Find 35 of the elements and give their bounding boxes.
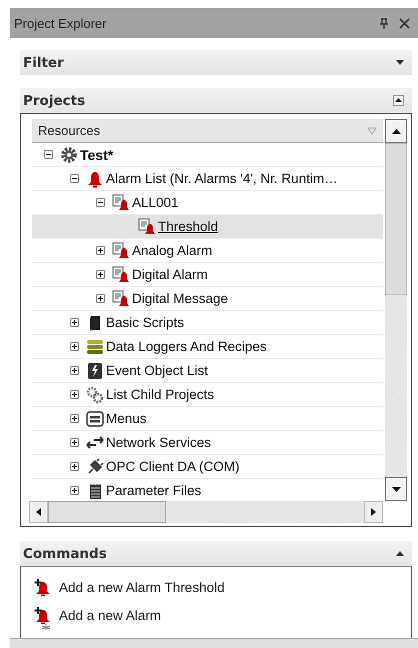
tree-item-label: List Child Projects — [106, 387, 214, 402]
tree-item-label: ALL001 — [132, 195, 179, 210]
tree-item[interactable]: OPC Client DA (COM) — [32, 455, 383, 479]
tree-item-label: Parameter Files — [106, 483, 202, 498]
section-header[interactable]: Commands — [20, 541, 412, 567]
tree-item[interactable]: Test* — [32, 143, 383, 167]
tree-item-label: Alarm List (Nr. Alarms '4', Nr. Runtim… — [106, 171, 338, 186]
tree-item[interactable]: Digital Message — [32, 287, 383, 311]
tree-item[interactable]: Menus — [32, 407, 383, 431]
tree-item-label: Basic Scripts — [106, 315, 184, 330]
tree-item[interactable]: Network Services — [32, 431, 383, 455]
tree-item-label: Threshold — [158, 219, 218, 234]
tree-item[interactable]: Threshold — [32, 215, 383, 239]
tree-item[interactable]: Alarm List (Nr. Alarms '4', Nr. Runtim… — [32, 167, 383, 191]
window-title: Project Explorer — [14, 16, 108, 30]
tree-item-label: Analog Alarm — [132, 243, 212, 258]
tree-item[interactable]: Analog Alarm — [32, 239, 383, 263]
tree-item-label: OPC Client DA (COM) — [106, 459, 240, 474]
command-link[interactable]: Add a new Alarm — [33, 601, 411, 629]
tree-item-label: Test* — [80, 146, 114, 162]
tree-item-label: Network Services — [106, 435, 212, 450]
tree-item[interactable]: List Child Projects — [32, 383, 383, 407]
column-header[interactable]: Resources — [32, 119, 383, 143]
tree-item[interactable]: Event Object List — [32, 359, 383, 383]
section-header[interactable]: Filter — [20, 50, 412, 75]
tree-item-label: Digital Alarm — [132, 267, 208, 282]
tree-item[interactable]: Data Loggers And Recipes — [32, 335, 383, 359]
tree-item[interactable]: Basic Scripts — [32, 311, 383, 335]
tree-item-label: Data Loggers And Recipes — [106, 339, 267, 354]
section-header[interactable]: Projects — [20, 88, 412, 113]
tree-item-label: Event Object List — [106, 363, 208, 378]
tree-item-label: Menus — [106, 411, 147, 426]
tree-item-label: Digital Message — [132, 291, 228, 306]
tree-item[interactable]: Digital Alarm — [32, 263, 383, 287]
command-link[interactable]: Add a new Alarm Threshold — [33, 573, 411, 601]
